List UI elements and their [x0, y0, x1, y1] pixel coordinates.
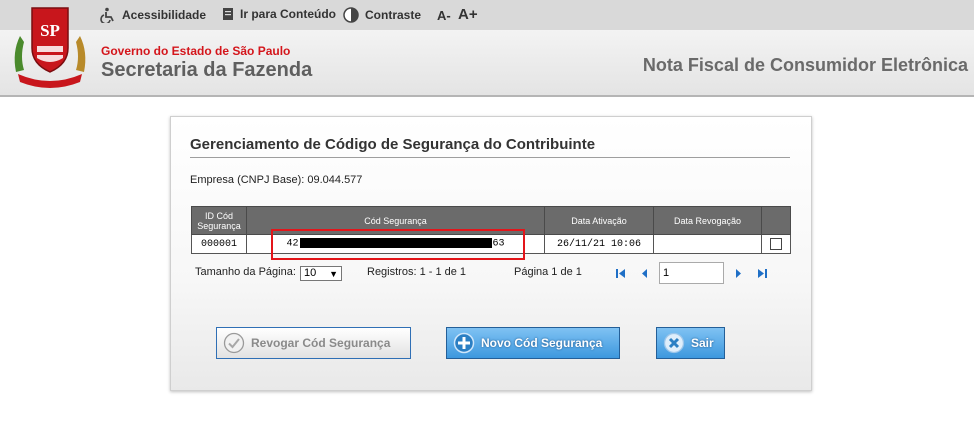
col-header-select: [761, 206, 791, 235]
first-page-icon[interactable]: [615, 268, 626, 279]
security-code-panel: Gerenciamento de Código de Segurança do …: [170, 116, 812, 391]
new-code-button[interactable]: Novo Cód Segurança: [446, 327, 620, 359]
contrast-icon: [343, 7, 359, 23]
page-size-select[interactable]: 10 ▼: [300, 266, 342, 281]
exit-button[interactable]: Sair: [656, 327, 725, 359]
site-header: SP Governo do Estado de São Paulo Secret…: [0, 7, 974, 97]
document-icon: [223, 8, 233, 20]
exit-label: Sair: [691, 336, 714, 350]
plus-circle-icon: [453, 332, 475, 354]
row-checkbox[interactable]: [770, 237, 782, 250]
secretaria-name: Secretaria da Fazenda: [101, 59, 313, 81]
col-header-id[interactable]: ID Cód Segurança: [191, 206, 247, 235]
last-page-icon[interactable]: [757, 268, 768, 279]
accessibility-link[interactable]: Acessibilidade: [100, 7, 206, 23]
page-size-label: Tamanho da Página:: [195, 266, 296, 278]
font-increase-button[interactable]: A+: [458, 6, 478, 23]
cell-select: [761, 234, 791, 254]
revoke-code-button[interactable]: Revogar Cód Segurança: [216, 327, 411, 359]
page-number-input[interactable]: 1: [659, 262, 724, 284]
contrast-label: Contraste: [365, 8, 422, 22]
col-header-revogacao[interactable]: Data Revogação: [653, 206, 762, 235]
revoke-code-label: Revogar Cód Segurança: [251, 336, 391, 350]
new-code-label: Novo Cód Segurança: [481, 336, 603, 350]
page-size-value: 10: [304, 267, 317, 279]
font-decrease-button[interactable]: A-: [437, 8, 451, 23]
cell-ativacao: 26/11/21 10:06: [544, 234, 654, 254]
skip-to-content-link[interactable]: Ir para Conteúdo: [222, 7, 336, 21]
cell-id: 000001: [191, 234, 247, 254]
wheelchair-icon: [100, 7, 114, 23]
title-divider: [190, 157, 790, 158]
logo-text: SP: [40, 21, 60, 40]
close-circle-icon: [663, 332, 685, 354]
col-header-id-line2: Segurança: [197, 220, 241, 231]
check-circle-icon: [223, 332, 245, 354]
chevron-down-icon: ▼: [329, 269, 338, 279]
contrast-toggle[interactable]: Contraste: [343, 7, 421, 23]
previous-page-icon[interactable]: [639, 268, 650, 279]
accessibility-label: Acessibilidade: [122, 8, 207, 22]
cell-revogacao: [653, 234, 762, 254]
company-cnpj: Empresa (CNPJ Base): 09.044.577: [190, 174, 363, 186]
government-name: Governo do Estado de São Paulo: [101, 44, 291, 58]
page-indicator: Página 1 de 1: [514, 266, 582, 278]
sp-coat-of-arms-logo[interactable]: SP: [10, 2, 90, 94]
col-header-ativacao[interactable]: Data Ativação: [544, 206, 654, 235]
system-title: Nota Fiscal de Consumidor Eletrônica: [642, 55, 968, 75]
records-count: Registros: 1 - 1 de 1: [367, 266, 467, 278]
page-title: Gerenciamento de Código de Segurança do …: [190, 136, 596, 153]
skip-to-content-label: Ir para Conteúdo: [240, 7, 337, 21]
accessibility-bar: Acessibilidade Ir para Conteúdo Contrast…: [0, 0, 974, 30]
highlight-box: [271, 229, 525, 260]
next-page-icon[interactable]: [733, 268, 744, 279]
col-header-id-line1: ID Cód: [204, 210, 233, 221]
